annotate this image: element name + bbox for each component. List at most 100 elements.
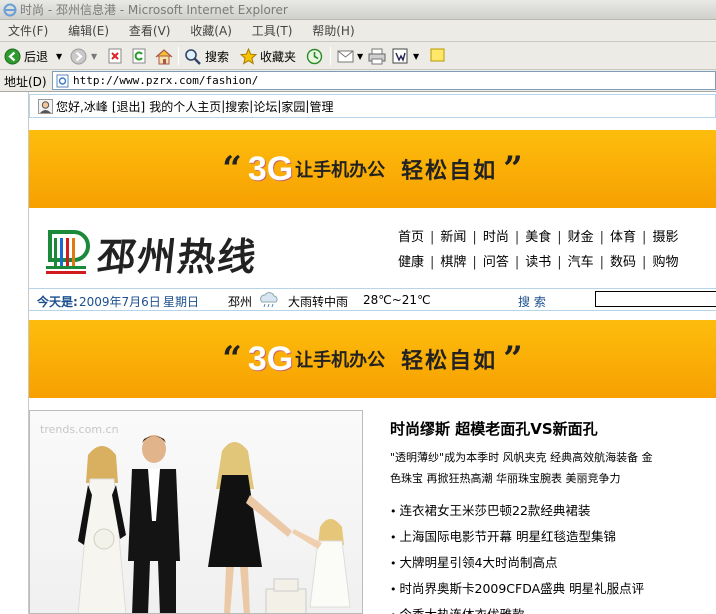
tags-line-2[interactable]: 色珠宝 再掀狂热高潮 华丽珠宝腕表 美丽竞争力 — [390, 468, 716, 489]
discuss-button[interactable] — [430, 46, 446, 66]
toolbar: 后退 ▼ ▼ 搜索 收藏夹 ▼ ▼ — [0, 42, 716, 70]
rain-cloud-icon — [260, 292, 278, 308]
edit-dropdown-icon[interactable]: ▼ — [413, 52, 419, 61]
mail-dropdown-icon[interactable]: ▼ — [357, 52, 363, 61]
menu-edit[interactable]: 编辑(E) — [60, 20, 117, 42]
nav-divider: | — [472, 255, 477, 270]
toolbar-separator — [178, 47, 179, 65]
models-illustration — [77, 435, 351, 613]
fashion-photo[interactable]: trends.com.cn — [29, 410, 363, 614]
address-bar: 地址(D) — [0, 70, 716, 92]
print-button[interactable] — [368, 46, 386, 66]
list-item[interactable]: 连衣裙女王米莎巴顿22款经典裙装 — [390, 498, 716, 524]
home-button[interactable] — [155, 46, 173, 66]
nav-food[interactable]: 美食 — [525, 226, 551, 245]
nav-divider: | — [599, 255, 605, 270]
nav-divider: | — [642, 255, 647, 270]
back-button[interactable]: 后退 ▼ — [4, 46, 62, 66]
article-tags: "透明薄纱"成为本季时 风帆夹克 经典高效航海装备 金 色珠宝 再掀狂热高潮 华… — [390, 447, 716, 489]
logout-link[interactable]: [退出] — [112, 98, 145, 115]
my-homepage-link[interactable]: 我的个人主页 — [149, 98, 221, 115]
address-input[interactable] — [73, 73, 673, 88]
address-box[interactable] — [52, 71, 716, 90]
today-label: 今天是: — [37, 295, 78, 309]
discuss-icon — [430, 48, 445, 62]
address-label: 地址(D) — [4, 75, 47, 89]
menu-help[interactable]: 帮助(H) — [304, 20, 362, 42]
weather-city: 邳州 — [228, 295, 253, 309]
weather-condition: 大雨转中雨 — [288, 295, 349, 309]
admin-link[interactable]: 管理 — [309, 98, 333, 115]
edit-button[interactable]: ▼ — [392, 46, 419, 66]
history-button[interactable] — [306, 46, 323, 66]
edit-icon — [392, 48, 408, 63]
history-icon — [306, 48, 323, 64]
back-arrow-icon — [4, 48, 21, 64]
forward-button[interactable]: ▼ — [70, 46, 97, 66]
search-icon — [185, 48, 201, 65]
window-title: 时尚 - 邳州信息港 - Microsoft Internet Explorer — [20, 3, 288, 17]
nav-health[interactable]: 健康 — [398, 251, 424, 270]
search-button[interactable]: 搜索 — [184, 46, 229, 66]
home-link[interactable]: 家园 — [281, 98, 305, 115]
nav-shopping[interactable]: 购物 — [652, 251, 678, 270]
forward-dropdown-icon[interactable]: ▼ — [91, 52, 97, 61]
tags-line-1[interactable]: "透明薄纱"成为本季时 风帆夹克 经典高效航海装备 金 — [390, 447, 716, 468]
nav-fashion[interactable]: 时尚 — [483, 226, 509, 245]
nav-divider: | — [642, 230, 647, 245]
banner-brand: 3G — [247, 149, 294, 188]
nav-qa[interactable]: 问答 — [483, 251, 509, 270]
banner-open-quote: “ — [222, 339, 242, 379]
search-label: 搜索 — [205, 49, 230, 64]
nav-divider: | — [557, 255, 562, 270]
page-icon — [56, 74, 69, 88]
nav-home[interactable]: 首页 — [398, 226, 424, 245]
nav-digital[interactable]: 数码 — [610, 251, 636, 270]
nav-auto[interactable]: 汽车 — [568, 251, 594, 270]
ie-logo-icon — [3, 3, 17, 17]
nav-news[interactable]: 新闻 — [440, 226, 466, 245]
nav-divider: | — [472, 230, 477, 245]
nav-divider: | — [514, 230, 520, 245]
site-logo[interactable]: 邳州热线 — [44, 222, 284, 280]
nav-finance[interactable]: 财金 — [568, 226, 594, 245]
nav-photo[interactable]: 摄影 — [652, 226, 678, 245]
nav-divider: | — [599, 230, 605, 245]
nav-chess[interactable]: 棋牌 — [440, 251, 466, 270]
top-ad-banner[interactable]: “ 3G 让手机办公 轻松自如 ” — [29, 130, 716, 208]
logo-emblem-icon — [46, 230, 90, 274]
forum-link[interactable]: 论坛 — [253, 98, 277, 115]
list-item[interactable]: 大牌明星引领4大时尚制高点 — [390, 550, 716, 576]
list-item[interactable]: 时尚界奥斯卡2009CFDA盛典 明星礼服点评 — [390, 576, 716, 602]
today-weekday: 星期日 — [163, 295, 200, 309]
menu-bar: 文件(F) 编辑(E) 查看(V) 收藏(A) 工具(T) 帮助(H) — [0, 20, 716, 42]
stop-icon — [108, 48, 122, 64]
nav-sports[interactable]: 体育 — [610, 226, 636, 245]
article-list: 连衣裙女王米莎巴顿22款经典裙装 上海国际电影节开幕 明星红毯造型集锦 大牌明星… — [390, 498, 716, 614]
weather-temp: 28℃~21℃ — [363, 293, 431, 307]
mail-button[interactable]: ▼ — [337, 46, 363, 66]
banner-text-2: 轻松自如 — [401, 159, 498, 184]
banner-text-1: 让手机办公 — [295, 160, 386, 181]
menu-view[interactable]: 查看(V) — [121, 20, 179, 42]
article-headline[interactable]: 时尚缪斯 超模老面孔VS新面孔 — [390, 418, 716, 439]
nav-divider: | — [430, 230, 435, 245]
site-search-label[interactable]: 搜 索 — [518, 293, 546, 310]
nav-books[interactable]: 读书 — [525, 251, 551, 270]
search-link[interactable]: 搜索 — [225, 98, 249, 115]
mid-ad-banner[interactable]: “ 3G 让手机办公 轻松自如 ” — [29, 320, 716, 398]
stop-button[interactable] — [108, 46, 123, 66]
site-search-input[interactable] — [595, 291, 716, 307]
back-dropdown-icon[interactable]: ▼ — [56, 52, 62, 61]
banner-text-1: 让手机办公 — [295, 350, 386, 371]
menu-tools[interactable]: 工具(T) — [244, 20, 301, 42]
banner-brand: 3G — [247, 339, 294, 378]
favorites-button[interactable]: 收藏夹 — [240, 46, 296, 66]
list-item[interactable]: 今季大热连体衣优雅款 — [390, 602, 716, 614]
banner-close-quote: ” — [503, 149, 523, 189]
menu-file[interactable]: 文件(F) — [0, 20, 56, 42]
list-item[interactable]: 上海国际电影节开幕 明星红毯造型集锦 — [390, 524, 716, 550]
refresh-button[interactable] — [132, 46, 147, 66]
nav-divider: | — [514, 255, 520, 270]
menu-favorites[interactable]: 收藏(A) — [182, 20, 240, 42]
